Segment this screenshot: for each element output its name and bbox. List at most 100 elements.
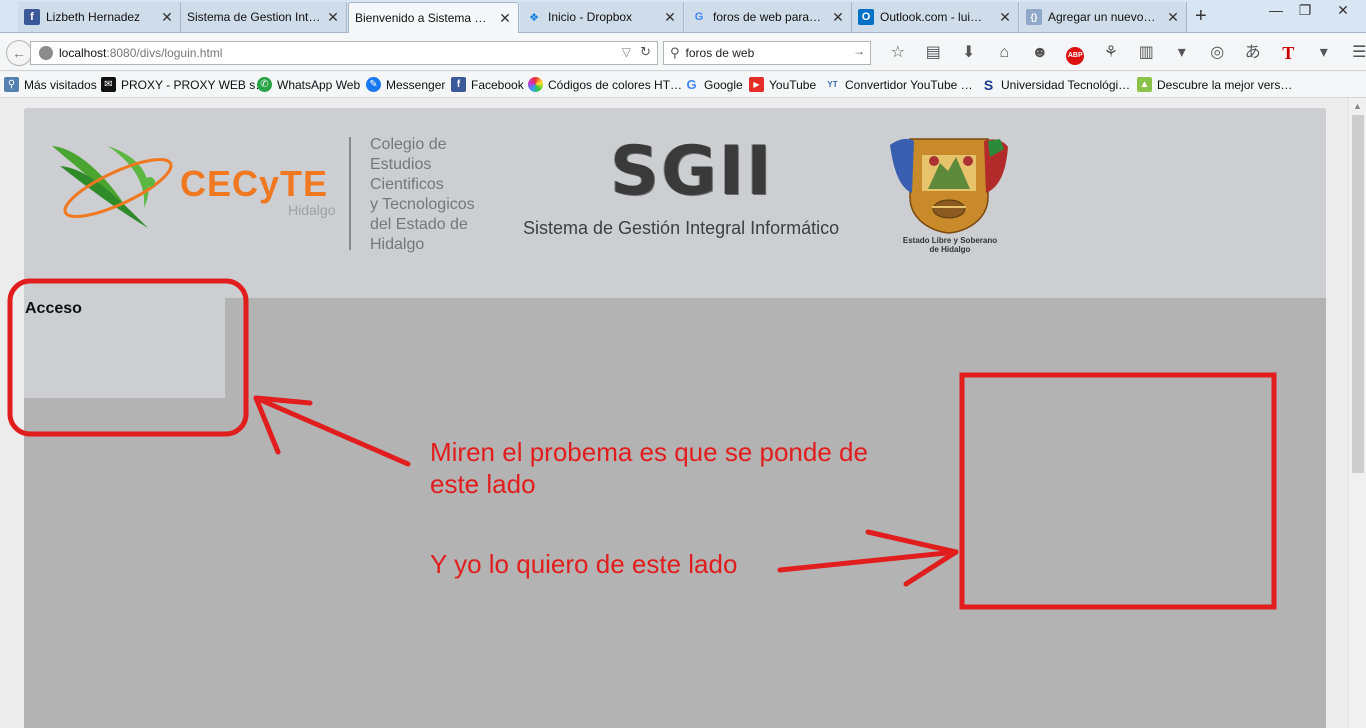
toolbar-icons: ☆ ▤ ⬇ ⌂ ☻ ABP ⚘ ▥ ▾ ◎ あ T ▾ ☰ bbox=[880, 42, 1366, 65]
url-bar[interactable]: localhost:8080/divs/loguin.html ▽ ↻ bbox=[30, 41, 658, 65]
scrollbar-thumb[interactable] bbox=[1352, 115, 1364, 473]
bookmark-label: Códigos de colores HT… bbox=[548, 77, 683, 92]
bookmark-label: WhatsApp Web bbox=[277, 77, 361, 92]
close-icon[interactable]: ✕ bbox=[326, 9, 340, 26]
bookmark-messenger[interactable]: ✎ Messenger bbox=[366, 77, 445, 92]
youtube-icon: ▶ bbox=[749, 77, 764, 92]
bookmark-youtube[interactable]: ▶ YouTube bbox=[749, 77, 816, 92]
bookmark-label: Descubre la mejor vers… bbox=[1157, 77, 1293, 92]
annotation-text-problem: Miren el probema es que se ponde de este… bbox=[430, 437, 868, 499]
tab-title: Inicio - Dropbox bbox=[548, 10, 633, 24]
history-dropdown-icon[interactable]: ▽ bbox=[622, 45, 631, 59]
cecyte-subtitle: Hidalgo bbox=[288, 202, 336, 218]
logo-divider bbox=[349, 137, 351, 250]
dropdown-icon[interactable]: ▾ bbox=[1164, 42, 1200, 64]
bookmark-universidad[interactable]: S Universidad Tecnológi… bbox=[981, 77, 1130, 93]
bookmark-label: Google bbox=[704, 77, 743, 92]
tab-title: Lizbeth Hernadez bbox=[46, 10, 141, 24]
tab-title: foros de web para… bbox=[713, 10, 822, 24]
scroll-up-icon[interactable]: ▲ bbox=[1353, 101, 1362, 111]
restore-button[interactable]: ❐ bbox=[1295, 2, 1315, 19]
tab-outlook[interactable]: O Outlook.com - lui… ✕ bbox=[852, 2, 1019, 32]
tab-title: Sistema de Gestion Int… bbox=[187, 10, 321, 24]
new-tab-button[interactable]: + bbox=[1195, 5, 1207, 28]
globe-icon bbox=[39, 46, 53, 60]
chat-icon[interactable]: ☻ bbox=[1022, 42, 1058, 64]
bookmark-label: Más visitados bbox=[24, 77, 97, 92]
vertical-scrollbar[interactable]: ▲ bbox=[1348, 98, 1366, 728]
text-tool-icon[interactable]: T bbox=[1271, 42, 1307, 64]
tab-sistema-gestion[interactable]: Sistema de Gestion Int… ✕ bbox=[181, 2, 347, 32]
college-line: Hidalgo bbox=[370, 236, 425, 253]
outlook-icon: O bbox=[858, 9, 874, 25]
tab-agregar[interactable]: {} Agregar un nuevo… ✕ bbox=[1020, 2, 1187, 32]
network-icon[interactable]: ◎ bbox=[1200, 42, 1236, 64]
extension-icon[interactable]: ⚘ bbox=[1093, 42, 1129, 64]
bookmark-mas-visitados[interactable]: ⚲ Más visitados bbox=[4, 77, 97, 92]
cecyte-wordmark: CECyTE bbox=[180, 163, 329, 204]
search-icon: ⚲ bbox=[670, 45, 680, 60]
messenger-icon: ✎ bbox=[366, 77, 381, 92]
bookmark-star-icon[interactable]: ☆ bbox=[880, 42, 916, 64]
ytmp3-icon: YT bbox=[827, 80, 838, 89]
dropdown-icon[interactable]: ▾ bbox=[1306, 42, 1342, 64]
bookmarks-bar: ⚲ Más visitados ✉ PROXY - PROXY WEB s… ✆… bbox=[0, 72, 1366, 98]
close-icon[interactable]: ✕ bbox=[663, 9, 677, 26]
adblock-icon[interactable]: ABP bbox=[1058, 42, 1094, 65]
bookmark-label: Messenger bbox=[386, 77, 446, 92]
bookmark-convertidor[interactable]: YT Convertidor YouTube … bbox=[825, 77, 972, 92]
url-host: localhost bbox=[59, 46, 107, 60]
shield-caption-line: Estado Libre y Soberano bbox=[902, 236, 998, 245]
whatsapp-icon: ✆ bbox=[257, 77, 272, 92]
google-icon: G bbox=[686, 77, 697, 92]
college-line: y Tecnologicos bbox=[370, 196, 475, 213]
search-go-icon[interactable]: → bbox=[853, 44, 865, 58]
menu-icon[interactable]: ☰ bbox=[1342, 42, 1366, 64]
college-line: Estudios bbox=[370, 156, 432, 173]
college-line: Cientificos bbox=[370, 176, 444, 193]
bookmark-whatsapp[interactable]: ✆ WhatsApp Web bbox=[257, 77, 360, 92]
search-bar[interactable]: ⚲ foros de web → bbox=[663, 41, 871, 65]
android-icon: ▲ bbox=[1137, 77, 1152, 92]
reading-list-icon[interactable]: ▤ bbox=[916, 42, 952, 64]
bookmark-label: YouTube bbox=[769, 77, 817, 92]
tab-title: Bienvenido a Sistema … bbox=[355, 11, 487, 25]
college-name: Colegio de Estudios Cientificos y Tecnol… bbox=[370, 135, 510, 255]
cecyte-logo: CECyTE Hidalgo bbox=[48, 138, 348, 238]
close-icon[interactable]: ✕ bbox=[998, 9, 1012, 26]
cecyte-swirl-icon bbox=[52, 146, 173, 228]
reload-icon[interactable]: ↻ bbox=[640, 44, 651, 60]
tab-dropbox[interactable]: ❖ Inicio - Dropbox ✕ bbox=[520, 2, 684, 32]
download-icon[interactable]: ⬇ bbox=[951, 42, 987, 64]
search-input[interactable]: foros de web bbox=[686, 46, 755, 60]
close-icon[interactable]: ✕ bbox=[498, 10, 512, 27]
clipboard-icon[interactable]: ▥ bbox=[1129, 42, 1165, 64]
bookmark-codigos-colores[interactable]: Códigos de colores HT… bbox=[528, 77, 682, 92]
bookmark-google[interactable]: G Google bbox=[684, 77, 743, 92]
close-window-button[interactable]: ✕ bbox=[1333, 2, 1353, 19]
close-icon[interactable]: ✕ bbox=[160, 9, 174, 26]
facebook-icon: f bbox=[24, 9, 40, 25]
bookmark-descubre[interactable]: ▲ Descubre la mejor vers… bbox=[1137, 77, 1292, 92]
back-button[interactable]: ← bbox=[6, 40, 32, 66]
proxy-icon: ✉ bbox=[101, 77, 116, 92]
tab-bienvenido[interactable]: Bienvenido a Sistema … ✕ bbox=[348, 2, 519, 33]
translate-icon[interactable]: あ bbox=[1235, 42, 1271, 64]
dropbox-icon: ❖ bbox=[529, 11, 539, 24]
bookmark-proxy[interactable]: ✉ PROXY - PROXY WEB s… bbox=[101, 77, 267, 92]
color-wheel-icon bbox=[528, 77, 543, 92]
acceso-panel: Acceso bbox=[24, 298, 225, 398]
bookmark-facebook[interactable]: f Facebook bbox=[451, 77, 524, 92]
facebook-icon: f bbox=[451, 77, 466, 92]
sgii-subtitle: Sistema de Gestión Integral Informático bbox=[523, 218, 840, 238]
tab-lizbeth[interactable]: f Lizbeth Hernadez ✕ bbox=[18, 2, 181, 32]
close-icon[interactable]: ✕ bbox=[1166, 9, 1180, 26]
page-icon: {} bbox=[1026, 9, 1042, 25]
tab-foros[interactable]: G foros de web para… ✕ bbox=[685, 2, 852, 32]
home-icon[interactable]: ⌂ bbox=[987, 42, 1023, 64]
acceso-title: Acceso bbox=[25, 300, 82, 317]
minimize-button[interactable]: — bbox=[1266, 2, 1286, 18]
navigation-bar: ← localhost:8080/divs/loguin.html ▽ ↻ ⚲ … bbox=[0, 33, 1366, 71]
tab-strip: f Lizbeth Hernadez ✕ Sistema de Gestion … bbox=[0, 0, 1366, 33]
close-icon[interactable]: ✕ bbox=[831, 9, 845, 26]
